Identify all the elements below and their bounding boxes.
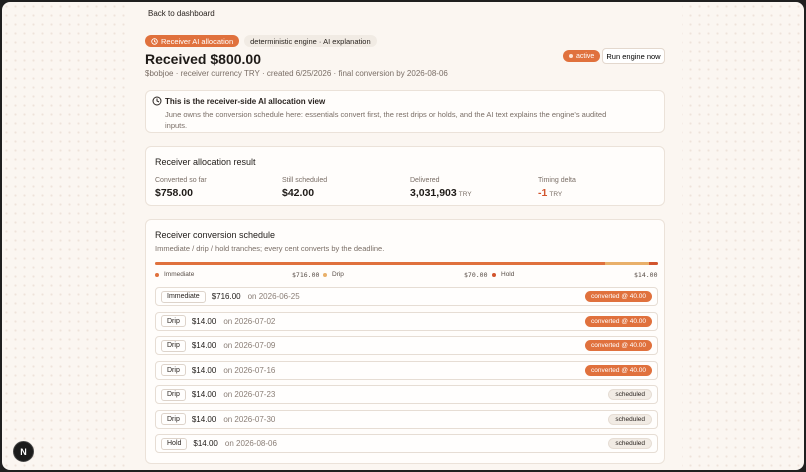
tranche-kind-badge: Drip [161, 315, 186, 327]
legend-immediate: Immediate [155, 271, 194, 278]
tranche-amount: $14.00 [191, 341, 217, 350]
legend-label: Hold [501, 271, 515, 278]
stat-number: $42.00 [282, 187, 315, 199]
page-title: Received $800.00 [145, 51, 261, 67]
legend-drip: Drip [323, 271, 344, 278]
back-to-dashboard-link[interactable]: Back to dashboard [148, 9, 215, 18]
stat-value: 3,031,903 TRY [410, 187, 472, 199]
legend-label: Immediate [164, 271, 195, 278]
segment-hold [649, 262, 658, 265]
status-dot-icon [569, 54, 573, 58]
stat-value: $758.00 [155, 187, 207, 199]
tranche-amount: $716.00 [211, 292, 241, 301]
info-card: This is the receiver-side AI allocation … [145, 90, 665, 133]
tranche-status-pill: converted @ 40.00 [584, 315, 652, 327]
tranche-date: on 2026-07-30 [223, 414, 276, 424]
stat-label: Delivered [410, 177, 440, 184]
sparkle-icon [152, 96, 162, 106]
tranche-date: on 2026-07-16 [223, 365, 276, 375]
tranche-status-pill: converted @ 40.00 [584, 340, 652, 351]
schedule-row: Immediate $716.00 on 2026-06-25 converte… [155, 287, 658, 306]
tranche-kind-badge: Drip [161, 339, 186, 352]
tranche-amount: $14.00 [191, 414, 217, 424]
tranche-status-pill: converted @ 40.00 [584, 291, 652, 302]
tranche-status-pill: converted @ 40.00 [584, 364, 652, 376]
legend-value: $716.00 [292, 271, 320, 279]
tag-receiver-ai: Receiver AI allocation [145, 35, 240, 47]
stat-label: Still scheduled [282, 177, 328, 184]
allocation-progress-bar [155, 262, 658, 265]
legend-value: $70.00 [464, 271, 488, 279]
schedule-row: Drip $14.00 on 2026-07-16 converted @ 40… [155, 360, 658, 380]
stat-label: Converted so far [155, 177, 207, 184]
stat-value: $42.00 [282, 187, 327, 199]
tranche-kind-badge: Hold [161, 437, 188, 450]
tranche-status-pill: scheduled [608, 413, 652, 425]
stat-timing-delta: Timing delta -1 TRY [538, 177, 576, 199]
legend-dot [323, 272, 327, 277]
legend-dot [492, 272, 496, 277]
allocation-card: Receiver allocation result Converted so … [145, 146, 665, 206]
legend-hold: Hold [492, 271, 514, 278]
tranche-date: on 2026-08-06 [224, 439, 277, 448]
tranche-date: on 2026-07-02 [223, 316, 276, 326]
stat-unit: TRY [549, 191, 563, 198]
segment-drip [605, 262, 650, 265]
stat-scheduled: Still scheduled $42.00 [282, 177, 327, 199]
status-label: active [576, 52, 595, 60]
stat-unit: TRY [458, 191, 472, 198]
tranche-status-pill: scheduled [608, 389, 652, 400]
tranche-kind-badge: Drip [161, 364, 186, 376]
schedule-subtitle: Immediate / drip / hold tranches; every … [155, 244, 385, 253]
legend-dot [155, 272, 159, 277]
status-badge: active [563, 50, 601, 62]
stat-converted: Converted so far $758.00 [155, 177, 207, 199]
tranche-amount: $14.00 [191, 365, 217, 375]
tranche-date: on 2026-07-09 [223, 341, 276, 350]
schedule-row: Drip $14.00 on 2026-07-23 scheduled [155, 385, 658, 404]
app-viewport: Back to dashboard Receiver AI allocation… [2, 2, 804, 470]
devtools-badge[interactable]: N [13, 441, 34, 462]
schedule-row: Drip $14.00 on 2026-07-30 scheduled [155, 409, 658, 429]
run-engine-button[interactable]: Run engine now [602, 48, 665, 64]
tranche-amount: $14.00 [191, 390, 217, 399]
page-subtitle: $bobjoe · receiver currency TRY · create… [145, 69, 448, 78]
legend-value: $14.00 [634, 271, 658, 279]
info-body: June owns the conversion schedule here: … [165, 110, 607, 130]
schedule-row: Drip $14.00 on 2026-07-09 converted @ 40… [155, 336, 658, 355]
tag-engine: deterministic engine · AI explanation [244, 35, 377, 47]
schedule-row: Drip $14.00 on 2026-07-02 converted @ 40… [155, 311, 658, 331]
tranche-date: on 2026-07-23 [223, 390, 276, 399]
info-title: This is the receiver-side AI allocation … [165, 97, 326, 106]
tranche-amount: $14.00 [193, 439, 218, 448]
stat-delivered: Delivered 3,031,903 TRY [410, 177, 472, 199]
allocation-title: Receiver allocation result [155, 157, 256, 167]
stat-label: Timing delta [538, 177, 576, 184]
schedule-row: Hold $14.00 on 2026-08-06 scheduled [155, 434, 658, 453]
stat-value: -1 TRY [538, 187, 576, 199]
tranche-kind-badge: Drip [161, 388, 186, 401]
header-tags: Receiver AI allocation deterministic eng… [145, 35, 377, 47]
sparkle-icon [151, 37, 158, 45]
schedule-card: Receiver conversion schedule Immediate /… [145, 219, 665, 464]
legend-label: Drip [332, 271, 344, 278]
stat-number: $758.00 [155, 187, 193, 199]
tag-receiver-ai-label: Receiver AI allocation [161, 36, 234, 46]
tranche-kind-badge: Drip [161, 413, 186, 425]
tranche-amount: $14.00 [191, 316, 217, 326]
stat-number: 3,031,903 [410, 187, 457, 199]
schedule-title: Receiver conversion schedule [155, 230, 276, 240]
tranche-status-pill: scheduled [608, 438, 652, 449]
stat-number: -1 [538, 187, 548, 199]
tranche-date: on 2026-06-25 [247, 292, 300, 301]
tranche-kind-badge: Immediate [161, 290, 206, 303]
segment-immediate [155, 262, 606, 265]
